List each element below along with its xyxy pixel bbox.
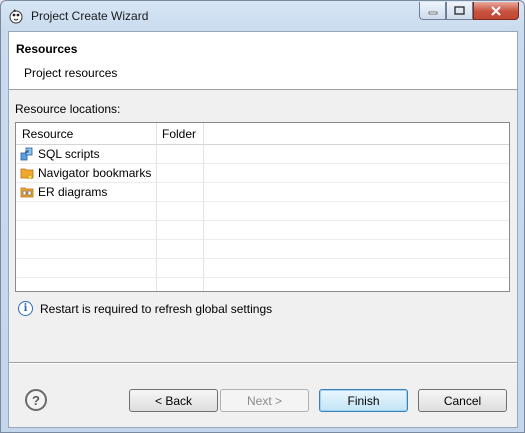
table-row	[16, 259, 509, 278]
help-icon: ?	[32, 392, 40, 408]
table-header: Resource Folder	[16, 123, 509, 145]
table-row[interactable]: SQL scripts	[16, 145, 509, 164]
sql-scripts-icon	[20, 147, 33, 161]
resource-cell: ER diagrams	[20, 185, 107, 199]
window-title: Project Create Wizard	[31, 9, 149, 23]
info-text: Restart is required to refresh global se…	[40, 301, 273, 316]
resource-cell: Navigator bookmarks	[20, 166, 151, 180]
page-description: Project resources	[24, 66, 118, 80]
bookmarks-folder-icon	[20, 168, 34, 180]
table-row	[16, 202, 509, 221]
next-button[interactable]: Next >	[220, 389, 309, 412]
er-diagram-icon	[20, 187, 34, 198]
table-row	[16, 240, 509, 259]
info-message: i Restart is required to refresh global …	[18, 301, 272, 316]
back-button[interactable]: < Back	[129, 389, 218, 412]
table-row[interactable]: Navigator bookmarks	[16, 164, 509, 183]
minimize-button[interactable]	[419, 2, 446, 20]
minimize-icon	[428, 11, 437, 14]
separator	[9, 363, 517, 364]
wizard-client-area: Resources Project resources Resource loc…	[8, 31, 518, 428]
wizard-window: Project Create Wizard Resources Project …	[0, 0, 525, 433]
resource-name: ER diagrams	[38, 185, 108, 199]
resource-name: Navigator bookmarks	[38, 166, 152, 180]
resource-locations-label: Resource locations:	[15, 102, 121, 116]
resource-name: SQL scripts	[38, 147, 100, 161]
close-button[interactable]	[473, 2, 519, 20]
title-bar[interactable]: Project Create Wizard	[1, 1, 524, 31]
close-icon	[491, 5, 501, 16]
maximize-button[interactable]	[446, 2, 473, 20]
info-icon: i	[18, 301, 33, 316]
resource-cell: SQL scripts	[20, 147, 100, 161]
wizard-header: Resources Project resources	[9, 32, 517, 90]
cancel-button[interactable]: Cancel	[418, 389, 507, 412]
page-title: Resources	[16, 42, 78, 56]
window-controls	[419, 2, 519, 20]
table-row	[16, 221, 509, 240]
finish-button[interactable]: Finish	[319, 389, 408, 412]
resource-table[interactable]: Resource Folder SQL scripts Navigator bo…	[15, 122, 510, 292]
column-header-folder[interactable]: Folder	[162, 127, 196, 141]
table-row[interactable]: ER diagrams	[16, 183, 509, 202]
dbeaver-beaver-icon	[9, 9, 23, 24]
maximize-icon	[454, 6, 465, 15]
column-header-resource[interactable]: Resource	[22, 127, 73, 141]
help-button[interactable]: ?	[25, 389, 47, 411]
